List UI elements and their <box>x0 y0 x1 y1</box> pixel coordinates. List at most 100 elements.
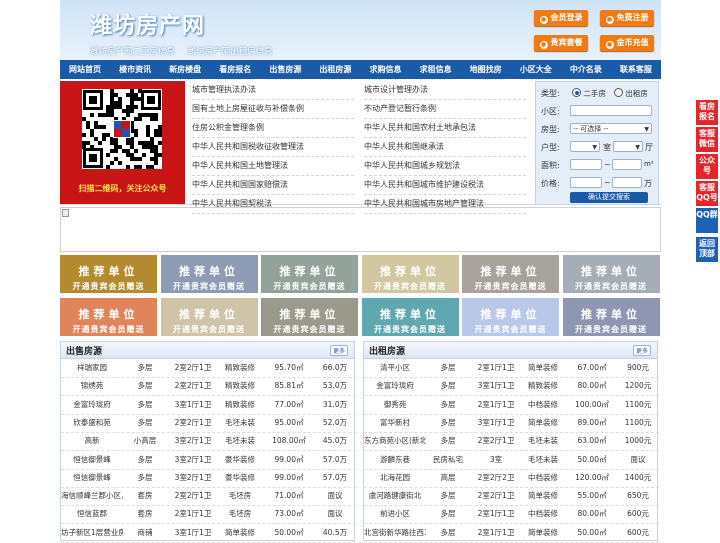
sidebar-item-0[interactable]: 看房报名 <box>696 100 718 125</box>
recommend-tile[interactable]: 推荐单位 开通贵宾会员赠送 <box>60 298 157 336</box>
table-row[interactable]: 恒信御景峰 多层 3室2厅1卫 豪华装修 99.00㎡ 57.0万 <box>61 451 356 470</box>
area-max-input[interactable] <box>612 159 642 170</box>
table-row[interactable]: 金富玲珑府 多层 3室1厅1卫 精致装修 77.00㎡ 31.0万 <box>61 396 356 415</box>
price-min-input[interactable] <box>570 177 602 188</box>
row-cell-0[interactable]: 游麟东巷 <box>364 451 426 469</box>
row-cell-0[interactable]: 东方商苑小区(新北里) <box>364 432 426 450</box>
recommend-tile[interactable]: 推荐单位 开通贵宾会员赠送 <box>562 298 660 336</box>
row-cell-0[interactable]: 祥瑞家园 <box>61 359 123 377</box>
table-row[interactable]: 北海花园 高层 2室2厅2卫 中档装修 120.00㎡ 1400元 <box>364 469 659 488</box>
radio-sale-icon[interactable] <box>572 88 581 97</box>
nav-item-3[interactable]: 看房报名 <box>210 60 260 79</box>
login-button[interactable]: ● 会员登录 <box>534 10 588 26</box>
law-link-right-5[interactable]: 中华人民共和国城市维护建设税法 <box>364 176 526 195</box>
recharge-button[interactable]: ● 金币充值 <box>600 35 654 51</box>
law-link-right-3[interactable]: 中华人民共和国继承法 <box>364 138 526 157</box>
row-cell-0[interactable]: 富华新村 <box>364 414 426 432</box>
law-link-left-0[interactable]: 城市管理执法办法 <box>192 81 354 100</box>
recommend-tile[interactable]: 推荐单位 开通贵宾会员赠送 <box>261 298 358 336</box>
row-cell-0[interactable]: 恒信御景峰 <box>61 469 123 487</box>
row-cell-0[interactable]: 金富玲珑府 <box>364 377 426 395</box>
row-cell-0[interactable]: 恒信蓝郡 <box>61 505 123 523</box>
table-row[interactable]: 前进小区 多层 2室1厅1卫 中档装修 80.00㎡ 600元 <box>364 505 659 525</box>
law-link-right-2[interactable]: 中华人民共和国农村土地承包法 <box>364 119 526 138</box>
row-cell-0[interactable]: 清平小区 <box>364 359 426 377</box>
table-row[interactable]: 游麟东巷 民房私宅 3室 毛坯未装 50.00㎡ 面议 <box>364 451 659 470</box>
hall-select[interactable]: ▼ <box>613 141 643 152</box>
nav-item-4[interactable]: 出售房源 <box>260 60 310 79</box>
recommend-tile[interactable]: 推荐单位 开通贵宾会员赠送 <box>462 298 559 336</box>
nav-item-11[interactable]: 联系客服 <box>611 60 661 79</box>
area-min-input[interactable] <box>570 159 602 170</box>
table-row[interactable]: 海信顺峰兰郡小区，新 套房 2室2厅1卫 毛坯房 71.00㎡ 面议 <box>61 487 356 507</box>
recommend-tile[interactable]: 推荐单位 开通贵宾会员赠送 <box>562 255 660 293</box>
law-link-right-4[interactable]: 中华人民共和国城乡规划法 <box>364 157 526 176</box>
community-input[interactable] <box>570 105 652 116</box>
row-cell-0[interactable]: 高新 <box>61 432 123 450</box>
recommend-tile[interactable]: 推荐单位 开通贵宾会员赠送 <box>160 298 258 336</box>
table-row[interactable]: 锦绣苑 多层 2室2厅1卫 精致装修 85.81㎡ 53.0万 <box>61 377 356 397</box>
rent-more-button[interactable]: 更多 <box>632 345 651 356</box>
sale-more-button[interactable]: 更多 <box>329 345 348 356</box>
register-button[interactable]: ● 免费注册 <box>600 10 654 26</box>
table-row[interactable]: 富华新村 多层 3室1厅1卫 简单装修 89.00㎡ 1100元 <box>364 414 659 433</box>
table-row[interactable]: 虞河路健康街北 多层 2室2厅1卫 简单装修 55.00㎡ 650元 <box>364 487 659 507</box>
sidebar-item-2[interactable]: 公众号 <box>696 154 718 179</box>
nav-item-10[interactable]: 中介名录 <box>561 60 611 79</box>
vip-button[interactable]: ● 贵宾套餐 <box>534 35 588 51</box>
sidebar-item-5[interactable]: 返回顶部 <box>696 237 718 262</box>
law-link-left-1[interactable]: 国有土地上房屋征收与补偿条例 <box>192 100 354 119</box>
row-cell-0[interactable]: 海信顺峰兰郡小区，新 <box>61 487 123 505</box>
price-max-input[interactable] <box>612 177 642 188</box>
subtitle-rent[interactable]: 潍坊房产网出租房信息 <box>188 47 273 57</box>
nav-item-5[interactable]: 出租房源 <box>310 60 360 79</box>
recommend-tile[interactable]: 推荐单位 开通贵宾会员赠送 <box>160 255 258 293</box>
nav-item-2[interactable]: 新房楼盘 <box>160 60 210 79</box>
radio-sale[interactable]: 二手房 <box>572 88 606 99</box>
law-link-right-0[interactable]: 城市设计管理办法 <box>364 81 526 100</box>
row-cell-0[interactable]: 北宫街新华路往西30 <box>364 524 426 542</box>
sidebar-item-3[interactable]: 客服QQ号 <box>696 181 718 206</box>
table-row[interactable]: 东方商苑小区(新北里) 多层 2室2厅1卫 毛坯未装 63.00㎡ 1000元 <box>364 432 659 452</box>
row-cell-0[interactable]: 虞河路健康街北 <box>364 487 426 505</box>
law-link-left-3[interactable]: 中华人民共和国税收征收管理法 <box>192 138 354 157</box>
row-cell-0[interactable]: 前进小区 <box>364 505 426 523</box>
table-row[interactable]: 恒信御景峰 多层 3室2厅1卫 豪华装修 99.00㎡ 57.0万 <box>61 469 356 488</box>
row-cell-0[interactable]: 金富玲珑府 <box>61 396 123 414</box>
row-cell-0[interactable]: 恒信御景峰 <box>61 451 123 469</box>
table-row[interactable]: 高新 小高层 3室2厅1卫 毛坯未装 108.00㎡ 45.0万 <box>61 432 356 452</box>
recommend-tile[interactable]: 推荐单位 开通贵宾会员赠送 <box>462 255 559 293</box>
nav-item-6[interactable]: 求购信息 <box>360 60 410 79</box>
radio-rent-icon[interactable] <box>614 88 623 97</box>
law-link-left-4[interactable]: 中华人民共和国土地管理法 <box>192 157 354 176</box>
nav-item-8[interactable]: 地图找房 <box>461 60 511 79</box>
housetype-select[interactable]: -- 可选择 -- ▼ <box>570 123 652 134</box>
banner-image[interactable] <box>60 207 661 252</box>
nav-item-0[interactable]: 网站首页 <box>60 60 110 79</box>
table-row[interactable]: 祥瑞家园 多层 2室2厅1卫 精致装修 95.70㎡ 66.0万 <box>61 359 356 378</box>
sidebar-item-4[interactable]: QQ群 <box>696 208 718 233</box>
search-submit-button[interactable]: 确认提交搜索 <box>570 192 648 203</box>
law-link-left-5[interactable]: 中华人民共和国国家赔偿法 <box>192 176 354 195</box>
table-row[interactable]: 金富玲珑府 多层 3室1厅1卫 精致装修 80.00㎡ 1200元 <box>364 377 659 397</box>
table-row[interactable]: 御秀苑 多层 2室1厅1卫 中档装修 100.00㎡ 1100元 <box>364 396 659 415</box>
row-cell-0[interactable]: 北海花园 <box>364 469 426 487</box>
recommend-tile[interactable]: 推荐单位 开通贵宾会员赠送 <box>361 255 459 293</box>
table-row[interactable]: 清平小区 多层 2室1厅1卫 简单装修 67.00㎡ 900元 <box>364 359 659 378</box>
row-cell-0[interactable]: 锦绣苑 <box>61 377 123 395</box>
nav-item-1[interactable]: 楼市资讯 <box>110 60 160 79</box>
sidebar-item-1[interactable]: 客服微信 <box>696 127 718 152</box>
row-cell-0[interactable]: 御秀苑 <box>364 396 426 414</box>
site-logo[interactable]: 潍坊房产网 <box>90 8 205 40</box>
law-link-left-2[interactable]: 住房公积金管理条例 <box>192 119 354 138</box>
table-row[interactable]: 恒信蓝郡 套房 2室1厅1卫 毛坯房 73.00㎡ 面议 <box>61 505 356 525</box>
nav-item-7[interactable]: 求租信息 <box>411 60 461 79</box>
recommend-tile[interactable]: 推荐单位 开通贵宾会员赠送 <box>361 298 459 336</box>
room-select[interactable]: ▼ <box>570 141 600 152</box>
row-cell-0[interactable]: 欣泰盛和苑 <box>61 414 123 432</box>
recommend-tile[interactable]: 推荐单位 开通贵宾会员赠送 <box>60 255 157 293</box>
subtitle-sale[interactable]: 潍坊房产网二手房信息 <box>90 47 175 57</box>
table-row[interactable]: 欣泰盛和苑 多层 2室2厅1卫 毛坯未装 95.00㎡ 52.0万 <box>61 414 356 433</box>
nav-item-9[interactable]: 小区大全 <box>511 60 561 79</box>
row-cell-0[interactable]: 坊子新区1层营业房 <box>61 524 123 542</box>
